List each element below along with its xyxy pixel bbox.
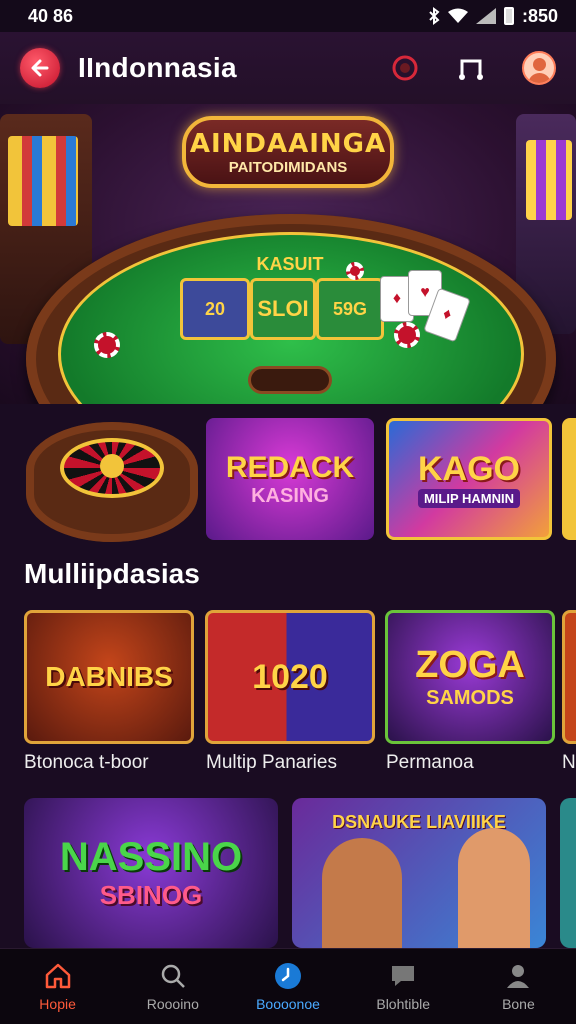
game-label[interactable]: Multip Panaries — [206, 752, 337, 774]
status-bar: 40 86 :850 — [0, 0, 576, 32]
bluetooth-icon — [429, 7, 440, 25]
game-list: DABNIBS 1020 ZOGA SAMODS Btonoca t-boor … — [0, 610, 576, 780]
game-card-partial[interactable] — [562, 610, 576, 744]
character-illustration — [322, 838, 402, 948]
bottom-tiles: NASSINO SBINOG DSNAUKE LIAVIIIKE — [0, 798, 576, 948]
back-button[interactable] — [20, 48, 60, 88]
game-art-text: DABNIBS — [45, 661, 173, 692]
game-tile-large[interactable]: DSNAUKE LIAVIIIKE — [292, 798, 546, 948]
signal-icon — [475, 8, 496, 24]
game-card[interactable]: DABNIBS — [24, 610, 194, 744]
nav-label: Blohtible — [376, 995, 431, 1012]
music-icon[interactable] — [456, 53, 486, 83]
hero-sign: AINDAAINGA PAITODIMIDANS — [182, 116, 394, 188]
game-art-text: ZOGA — [415, 644, 525, 686]
promo-tile-subtitle: KASING — [251, 484, 329, 507]
search-icon — [161, 964, 185, 988]
tile-subtitle: SBINOG — [99, 880, 203, 910]
chip-icon — [394, 322, 420, 348]
nav-item-home[interactable]: Hopie — [0, 949, 115, 1024]
arrow-left-icon — [31, 59, 49, 77]
promo-tile[interactable]: REDACK KASING — [206, 418, 374, 540]
game-label[interactable]: N — [562, 752, 576, 774]
promo-tile-title: REDACK — [225, 450, 355, 484]
profile-icon — [507, 964, 530, 988]
status-battery-text: :850 — [521, 5, 558, 26]
section-title: Mulliipdasias — [24, 558, 200, 589]
app-header: IIndonnasia — [0, 32, 576, 104]
chip-icon — [94, 332, 120, 358]
battery-icon — [503, 7, 514, 25]
chat-icon — [392, 965, 415, 986]
game-card[interactable]: ZOGA SAMODS — [385, 610, 555, 744]
game-tile-large[interactable]: NASSINO SBINOG — [24, 798, 278, 948]
character-illustration — [458, 828, 530, 948]
home-icon — [45, 963, 70, 988]
nav-item-clock[interactable]: Boooonoe — [230, 949, 345, 1024]
chip-icon — [346, 262, 364, 280]
promo-tile[interactable]: KAGO MILIP HAMNIN — [386, 418, 552, 540]
hero-banner[interactable]: AINDAAINGA PAITODIMIDANS KASUIT 20 SLOI … — [0, 104, 576, 404]
hero-sign-line1: AINDAAINGA — [189, 128, 387, 159]
promo-tile-subtitle: MILIP HAMNIN — [417, 489, 521, 508]
nav-item-profile[interactable]: Bone — [461, 949, 576, 1024]
record-icon[interactable] — [390, 53, 420, 83]
status-time: 40 86 — [28, 5, 74, 26]
game-card[interactable]: 1020 — [205, 610, 375, 744]
nav-label: Boooonoe — [256, 995, 320, 1012]
nav-label: Hopie — [39, 995, 76, 1012]
game-art-subtext: SAMODS — [426, 687, 514, 709]
promo-tile-partial[interactable] — [562, 418, 576, 540]
page-title: IIndonnasia — [78, 52, 237, 83]
status-icons: :850 — [428, 6, 558, 27]
promo-tile-title: KAGO — [418, 450, 520, 488]
hero-sign-line2: PAITODIMIDANS — [228, 158, 348, 176]
nav-label: Bone — [502, 995, 535, 1012]
nav-label: Roooino — [146, 995, 199, 1012]
roulette-tile[interactable] — [26, 422, 198, 542]
clock-icon — [275, 962, 301, 989]
game-art-text: 1020 — [252, 657, 328, 696]
avatar[interactable] — [522, 51, 556, 85]
nav-item-search[interactable]: Roooino — [115, 949, 230, 1024]
game-label[interactable]: Btonoca t-boor — [24, 752, 149, 774]
bet-box: SLOI — [250, 278, 316, 340]
game-label[interactable]: Permanoa — [386, 752, 474, 774]
header-actions — [390, 51, 556, 85]
bet-box: 20 — [180, 278, 250, 340]
tile-title: NASSINO — [59, 835, 243, 879]
wifi-icon — [447, 8, 468, 23]
table-base — [248, 366, 332, 394]
bottom-nav: Hopie Roooino Boooonoe Blohtible Bone — [0, 948, 576, 1024]
nav-item-chat[interactable]: Blohtible — [346, 949, 461, 1024]
bet-box: 59G — [316, 278, 384, 340]
featured-strip: REDACK KASING KAGO MILIP HAMNIN — [0, 410, 576, 542]
game-tile-partial[interactable] — [560, 798, 576, 948]
table-title: KASUIT — [256, 254, 324, 274]
